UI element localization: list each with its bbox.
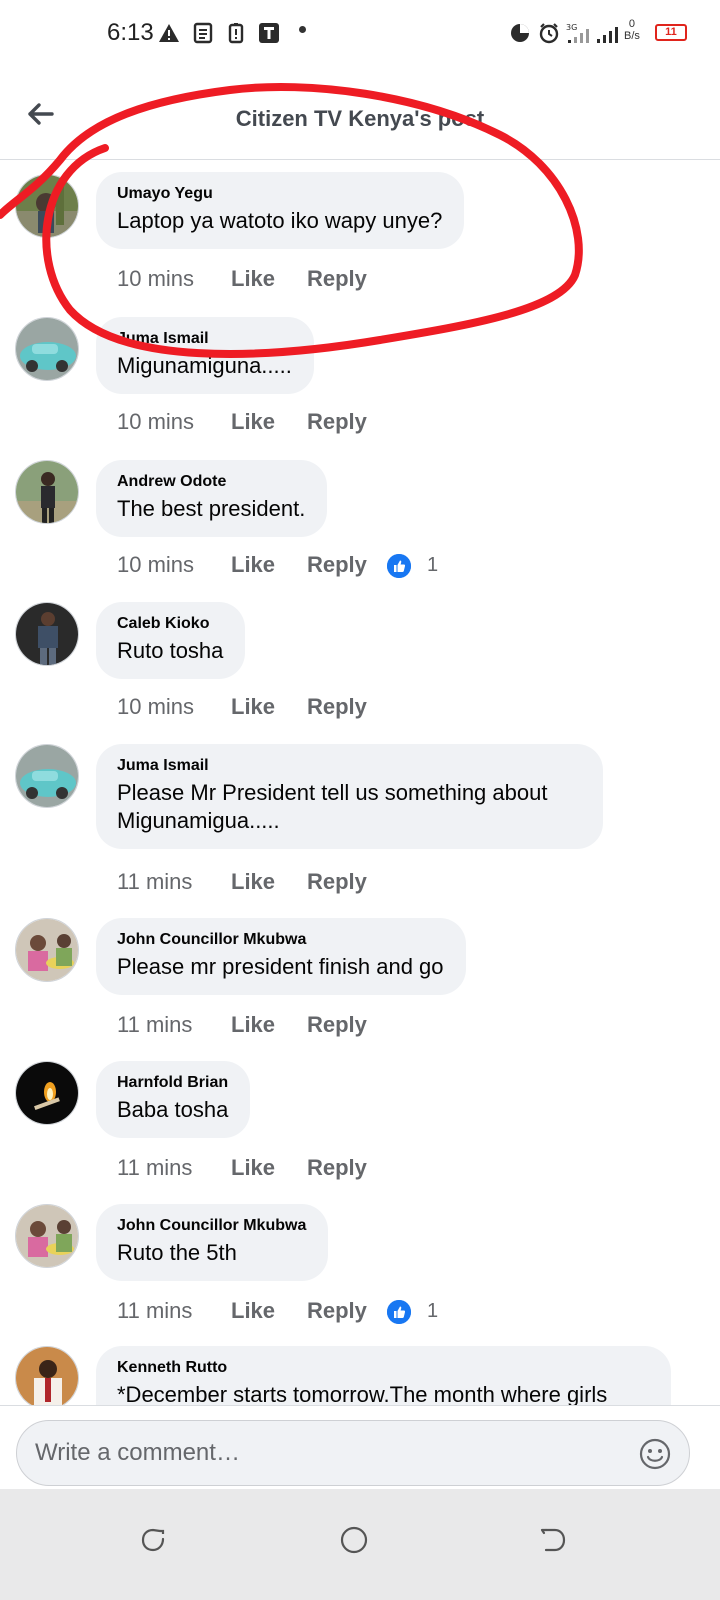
thumbs-up-icon[interactable] bbox=[387, 1300, 411, 1324]
like-button[interactable]: Like bbox=[231, 867, 275, 897]
comment-bubble[interactable]: Umayo Yegu Laptop ya watoto iko wapy uny… bbox=[96, 172, 465, 249]
comment-list[interactable]: Umayo Yegu Laptop ya watoto iko wapy uny… bbox=[0, 160, 720, 1405]
reaction-count[interactable]: 1 bbox=[427, 1296, 438, 1326]
status-bar: 6:13 3G 0 B/s 11 bbox=[0, 0, 720, 68]
comment-author[interactable]: Juma Ismail bbox=[117, 756, 581, 776]
avatar[interactable] bbox=[15, 744, 79, 808]
emoji-button[interactable] bbox=[639, 1438, 671, 1470]
comment-text: Laptop ya watoto iko wapy unye? bbox=[117, 208, 443, 233]
comment-time[interactable]: 11 mins bbox=[117, 1010, 192, 1040]
recents-button[interactable] bbox=[138, 1525, 168, 1555]
comment-text: Ruto the 5th bbox=[117, 1240, 237, 1265]
battery-indicator: 11 bbox=[655, 24, 687, 41]
comment-author[interactable]: Kenneth Rutto bbox=[117, 1358, 649, 1378]
comment-input[interactable] bbox=[35, 1421, 635, 1485]
t-app-icon bbox=[258, 22, 280, 44]
comment-text: Please Mr President tell us something ab… bbox=[117, 780, 548, 833]
avatar[interactable] bbox=[15, 1346, 79, 1405]
avatar[interactable] bbox=[15, 1204, 79, 1268]
comment-author[interactable]: John Councillor Mkubwa bbox=[117, 1216, 306, 1236]
comment-text: Migunamiguna..... bbox=[117, 353, 292, 378]
comment-time[interactable]: 10 mins bbox=[117, 407, 194, 437]
comment-bubble[interactable]: Juma Ismail Please Mr President tell us … bbox=[96, 744, 603, 849]
page-title: Citizen TV Kenya's post bbox=[235, 106, 485, 131]
comment-time[interactable]: 11 mins bbox=[117, 1296, 192, 1326]
comment-time[interactable]: 10 mins bbox=[117, 692, 194, 722]
comment-author[interactable]: John Councillor Mkubwa bbox=[117, 930, 444, 950]
net-speed-unit: B/s bbox=[624, 30, 640, 42]
comment-input-container[interactable] bbox=[16, 1420, 690, 1486]
reply-button[interactable]: Reply bbox=[307, 1010, 367, 1040]
system-nav-bar bbox=[0, 1489, 720, 1600]
home-button[interactable] bbox=[339, 1525, 369, 1555]
data-saver-icon bbox=[509, 22, 531, 44]
comment-text: The best president. bbox=[117, 496, 306, 521]
net-speed-value: 0 bbox=[628, 18, 636, 30]
comment-author[interactable]: Umayo Yegu bbox=[117, 184, 442, 204]
alarm-icon bbox=[538, 22, 560, 44]
home-circle-icon bbox=[340, 1526, 368, 1554]
comment-text: Baba tosha bbox=[117, 1097, 229, 1122]
reply-button[interactable]: Reply bbox=[307, 1296, 367, 1326]
comment-time[interactable]: 11 mins bbox=[117, 1153, 192, 1183]
avatar[interactable] bbox=[15, 1061, 79, 1125]
comment-author[interactable]: Caleb Kioko bbox=[117, 614, 223, 634]
recents-icon bbox=[141, 1528, 165, 1552]
avatar[interactable] bbox=[15, 317, 79, 381]
net-speed: 0 B/s bbox=[624, 18, 640, 42]
smiley-icon bbox=[639, 1438, 671, 1470]
comment-bubble[interactable]: Harnfold Brian Baba tosha bbox=[96, 1061, 251, 1138]
avatar[interactable] bbox=[15, 602, 79, 666]
like-button[interactable]: Like bbox=[231, 1296, 275, 1326]
like-button[interactable]: Like bbox=[231, 550, 275, 580]
status-time: 6:13 bbox=[107, 19, 154, 46]
avatar[interactable] bbox=[15, 918, 79, 982]
back-icon bbox=[540, 1528, 566, 1552]
comment-composer bbox=[0, 1405, 720, 1489]
thumbs-up-icon[interactable] bbox=[387, 554, 411, 578]
battery-alert-icon bbox=[225, 22, 247, 44]
reply-button[interactable]: Reply bbox=[307, 407, 367, 437]
news-icon bbox=[192, 22, 214, 44]
reply-button[interactable]: Reply bbox=[307, 692, 367, 722]
comment-bubble[interactable]: Juma Ismail Migunamiguna..... bbox=[96, 317, 314, 394]
reply-button[interactable]: Reply bbox=[307, 867, 367, 897]
comment-bubble[interactable]: Kenneth Rutto *December starts tomorrow.… bbox=[96, 1346, 671, 1405]
comment-author[interactable]: Andrew Odote bbox=[117, 472, 305, 492]
like-button[interactable]: Like bbox=[231, 1010, 275, 1040]
comment-bubble[interactable]: Andrew Odote The best president. bbox=[96, 460, 328, 537]
comment-text: *December starts tomorrow.The month wher… bbox=[117, 1382, 608, 1405]
notification-dot bbox=[299, 26, 306, 33]
like-button[interactable]: Like bbox=[231, 692, 275, 722]
avatar[interactable] bbox=[15, 460, 79, 524]
comment-time[interactable]: 11 mins bbox=[117, 867, 192, 897]
header: Citizen TV Kenya's post bbox=[0, 68, 720, 160]
comment-bubble[interactable]: Caleb Kioko Ruto tosha bbox=[96, 602, 246, 679]
comment-bubble[interactable]: John Councillor Mkubwa Please mr preside… bbox=[96, 918, 466, 995]
comment-time[interactable]: 10 mins bbox=[117, 550, 194, 580]
like-button[interactable]: Like bbox=[231, 407, 275, 437]
svg-text:3G: 3G bbox=[566, 23, 577, 32]
like-button[interactable]: Like bbox=[231, 1153, 275, 1183]
reply-button[interactable]: Reply bbox=[307, 264, 367, 294]
signal-3g-icon: 3G bbox=[566, 22, 592, 44]
like-button[interactable]: Like bbox=[231, 264, 275, 294]
system-back-button[interactable] bbox=[538, 1525, 568, 1555]
reaction-count[interactable]: 1 bbox=[427, 550, 438, 580]
comment-author[interactable]: Juma Ismail bbox=[117, 329, 292, 349]
comment-text: Please mr president finish and go bbox=[117, 954, 444, 979]
reply-button[interactable]: Reply bbox=[307, 550, 367, 580]
warning-icon bbox=[158, 22, 180, 44]
comment-bubble[interactable]: John Councillor Mkubwa Ruto the 5th bbox=[96, 1204, 329, 1281]
comment-time[interactable]: 10 mins bbox=[117, 264, 194, 294]
comment-text: Ruto tosha bbox=[117, 638, 224, 663]
comment-author[interactable]: Harnfold Brian bbox=[117, 1073, 228, 1093]
avatar[interactable] bbox=[15, 174, 79, 238]
reply-button[interactable]: Reply bbox=[307, 1153, 367, 1183]
signal-icon bbox=[596, 22, 620, 44]
